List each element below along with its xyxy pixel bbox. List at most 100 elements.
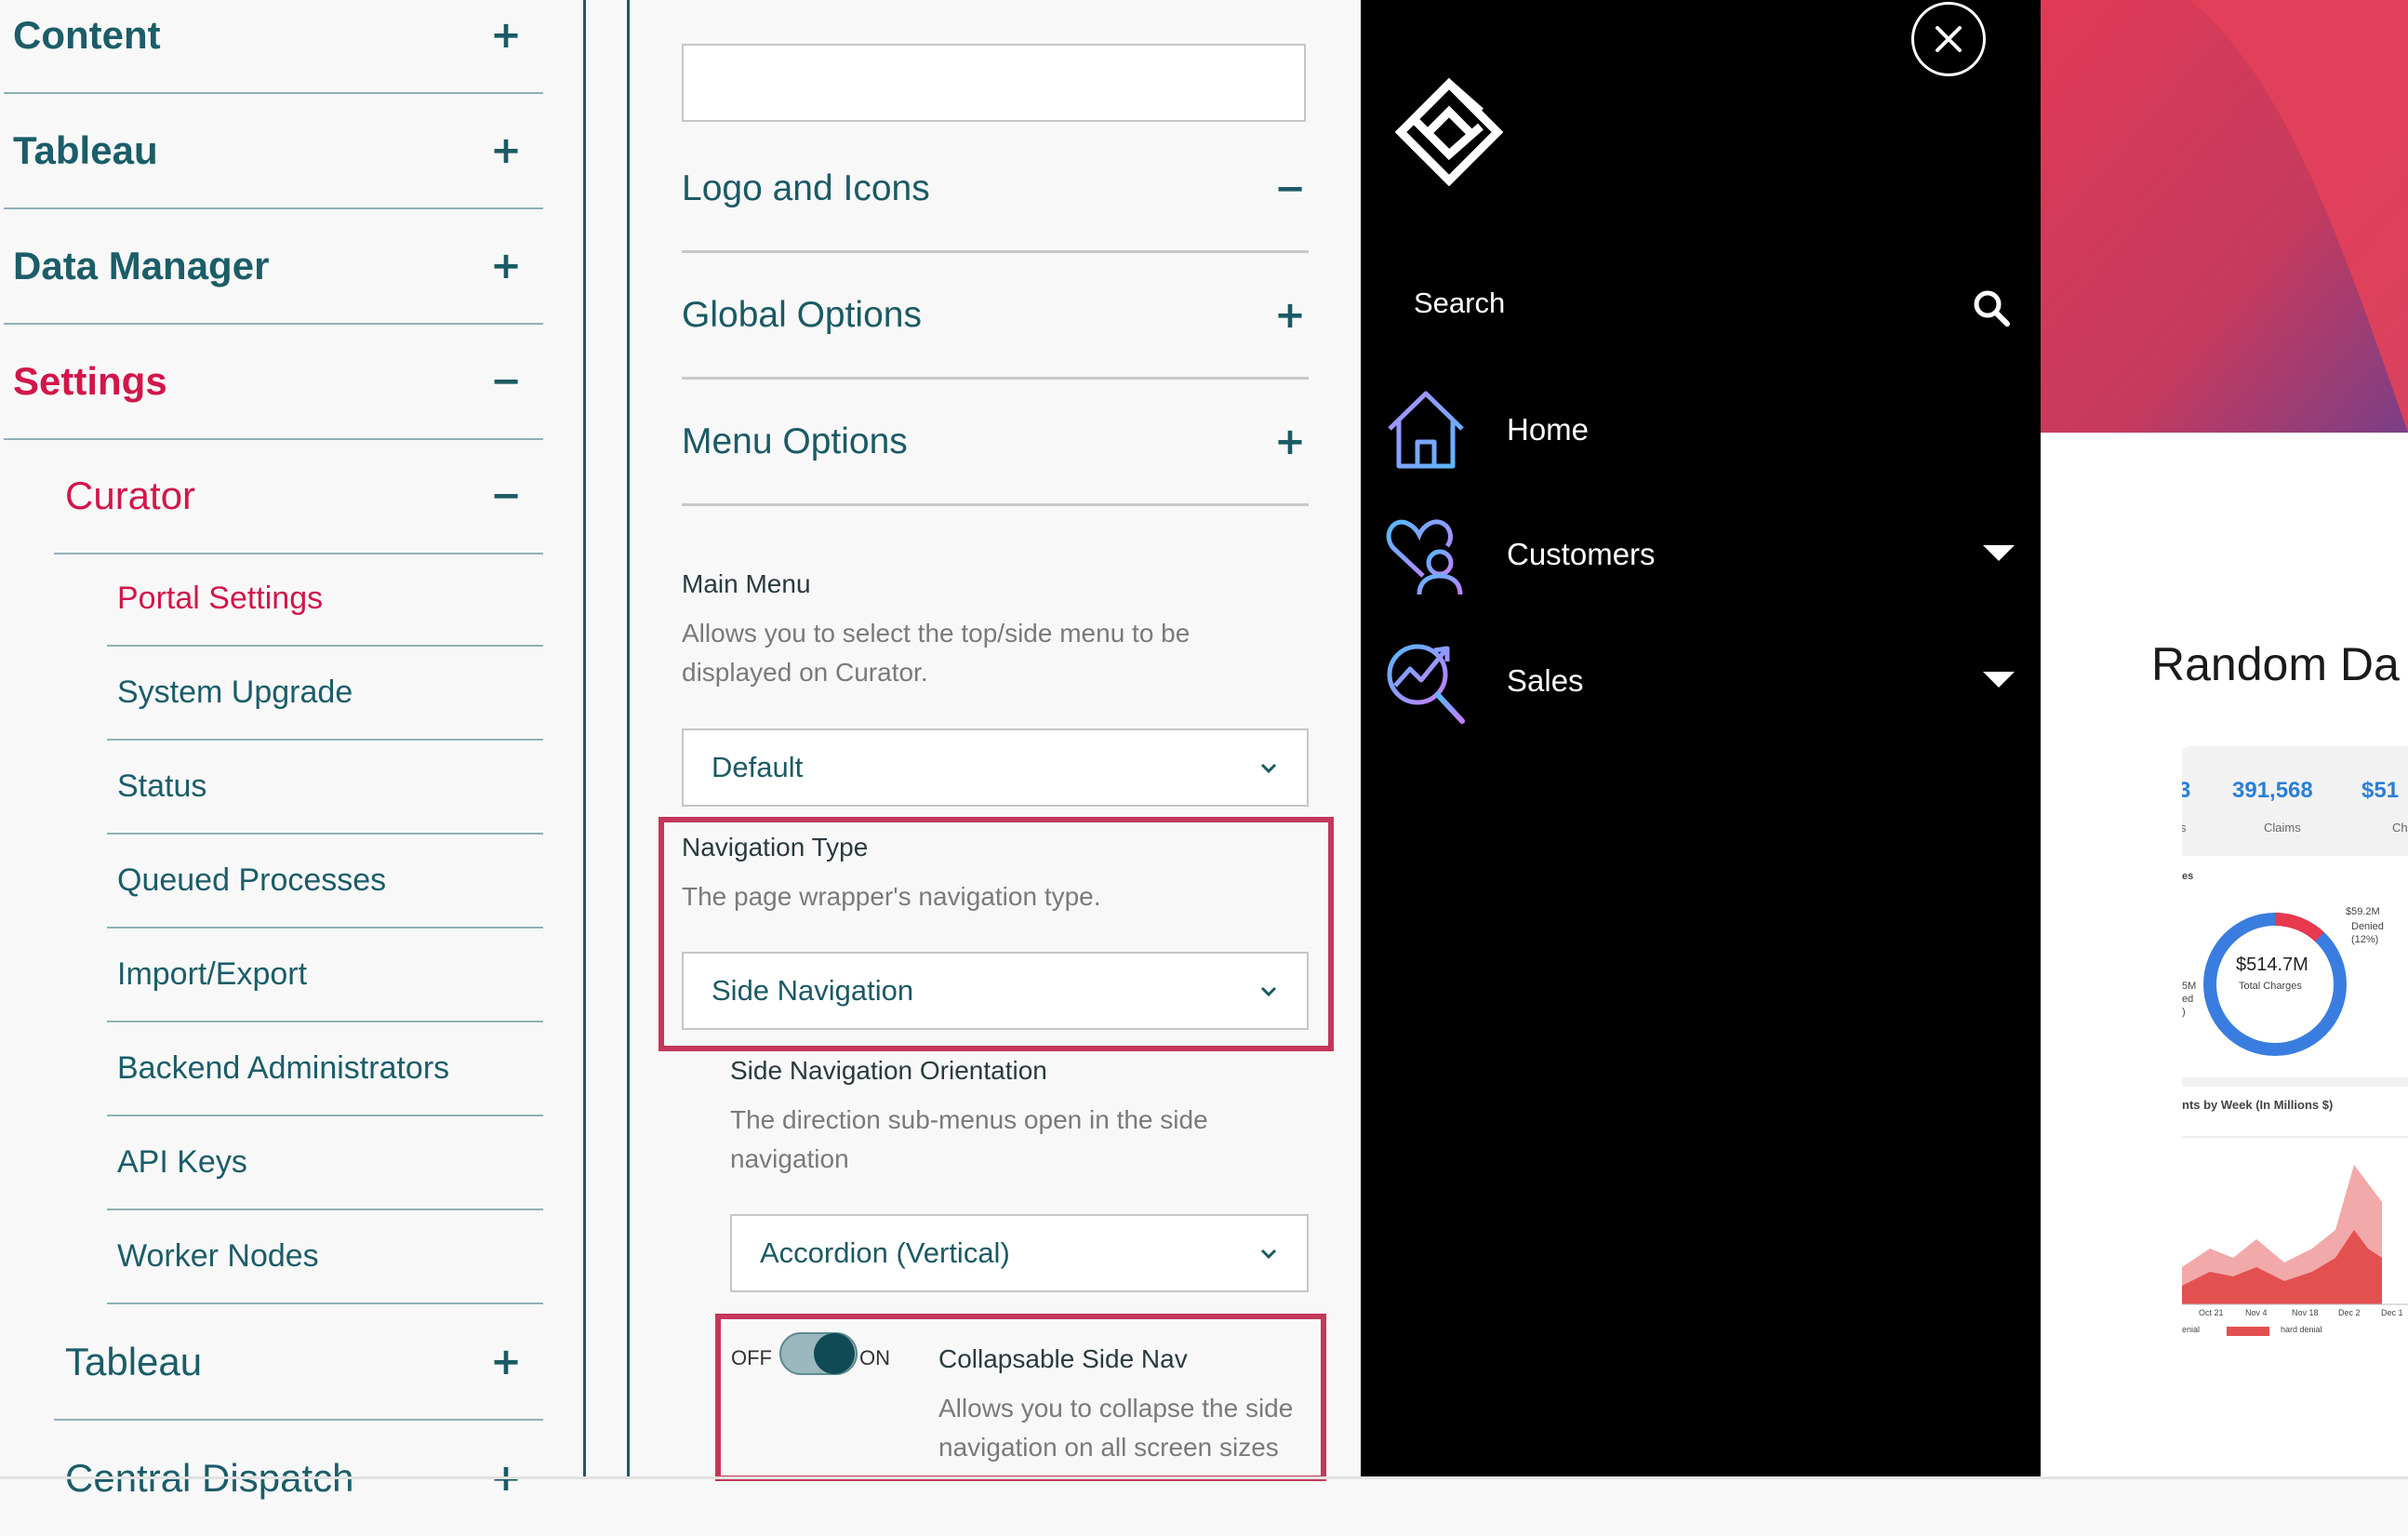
- sidebar-item-curator[interactable]: Curator −: [54, 439, 543, 554]
- section-label: Logo and Icons: [682, 167, 930, 208]
- toggle-off-label: OFF: [731, 1346, 772, 1369]
- legend-swatch: [2227, 1327, 2269, 1336]
- navigation-type-select[interactable]: Side Navigation: [682, 952, 1309, 1030]
- chevron-down-icon: [1260, 763, 1277, 774]
- expand-icon: +: [490, 129, 522, 172]
- kpi-value: 3: [2182, 778, 2191, 803]
- sidebar-item-label: Settings: [13, 359, 167, 403]
- expand-icon: +: [1274, 420, 1306, 463]
- toggle-on-label: ON: [859, 1346, 890, 1369]
- section-menu-options[interactable]: Menu Options +: [682, 380, 1309, 506]
- sidebar-item-label: Data Manager: [13, 244, 270, 287]
- toggle-knob[interactable]: [814, 1333, 855, 1374]
- side-nav-orientation-description: The direction sub-menus open in the side…: [730, 1105, 1208, 1173]
- nav-item-sales[interactable]: Sales: [1382, 634, 2015, 728]
- sidebar-item-label: Content: [13, 13, 161, 57]
- section-label: Menu Options: [682, 421, 908, 461]
- dashboard-thumbnail: 3 s 391,568 Claims $51 Ch es $514.7M Tot…: [2182, 746, 2408, 1342]
- main-menu-value: Default: [712, 751, 804, 783]
- side-nav-orientation-select[interactable]: Accordion (Vertical): [730, 1214, 1309, 1292]
- sidebar-item-label: Tableau: [13, 128, 158, 172]
- denied-pct: (12%): [2351, 934, 2379, 945]
- x-tick-label: Dec 1: [2381, 1308, 2403, 1317]
- close-button[interactable]: [1911, 2, 1986, 76]
- sidebar-item-tableau-settings[interactable]: Tableau +: [54, 1305, 543, 1421]
- kpi-label: s: [2182, 821, 2187, 835]
- close-icon: [1936, 26, 1962, 52]
- home-icon: [1388, 391, 1464, 469]
- donut-left-label: 5M: [2182, 981, 2197, 992]
- trend-title: nts by Week (In Millions $): [2182, 1098, 2334, 1112]
- x-tick-label: Oct 21: [2199, 1308, 2224, 1317]
- trend-area-chart: [2182, 1136, 2408, 1305]
- customers-icon: [1386, 519, 1463, 595]
- sidebar-item-api-keys[interactable]: API Keys: [107, 1116, 543, 1210]
- expand-icon: +: [490, 245, 522, 287]
- hero-banner: [2041, 0, 2408, 433]
- nav-item-label: Customers: [1507, 537, 1656, 571]
- admin-sidebar: Content + Tableau + Data Manager + Setti…: [0, 0, 584, 1500]
- legend-label: enial: [2182, 1325, 2201, 1334]
- donut-center-value: $514.7M: [2236, 955, 2308, 975]
- main-menu-description: Allows you to select the top/side menu t…: [682, 619, 1191, 687]
- sidebar-item-backend-administrators[interactable]: Backend Administrators: [107, 1022, 543, 1116]
- dashboard-preview: Random Da 3 s 391,568 Claims $51 Ch es $…: [2041, 0, 2408, 1479]
- sidebar-item-label: Import/Export: [117, 956, 308, 992]
- kpi-value: $51: [2361, 778, 2400, 803]
- nav-item-customers[interactable]: Customers: [1382, 508, 2015, 601]
- search-icon[interactable]: [1972, 288, 2011, 327]
- denied-value: $59.2M: [2346, 906, 2380, 917]
- collapsable-description: Allows you to collapse the side navigati…: [938, 1394, 1294, 1462]
- donut-left-label: ): [2182, 1007, 2186, 1018]
- chevron-down-icon[interactable]: [1983, 672, 2015, 688]
- sidebar-item-label: Tableau: [65, 1340, 203, 1383]
- expand-icon: +: [490, 14, 522, 57]
- expand-icon: +: [1274, 293, 1306, 337]
- section-logo-and-icons[interactable]: Logo and Icons −: [682, 127, 1309, 253]
- sidebar-item-settings[interactable]: Settings −: [4, 325, 543, 440]
- nav-search-label[interactable]: Search: [1414, 287, 1505, 320]
- sidebar-item-import-export[interactable]: Import/Export: [107, 928, 543, 1022]
- main-menu-select[interactable]: Default: [682, 728, 1309, 807]
- side-nav-orientation-label: Side Navigation Orientation: [730, 1056, 1047, 1085]
- sidebar-item-label: API Keys: [117, 1144, 247, 1180]
- sidebar-item-tableau[interactable]: Tableau +: [4, 94, 543, 209]
- text-field[interactable]: [682, 44, 1306, 122]
- sidebar-item-portal-settings[interactable]: Portal Settings: [107, 553, 543, 647]
- sidebar-item-system-upgrade[interactable]: System Upgrade: [107, 647, 543, 741]
- donut-center-label: Total Charges: [2239, 981, 2302, 992]
- chevron-down-icon: [1260, 1249, 1277, 1260]
- sidebar-item-label: System Upgrade: [117, 675, 353, 710]
- sidebar-item-label: Queued Processes: [117, 862, 387, 898]
- sidebar-item-data-manager[interactable]: Data Manager +: [4, 209, 543, 325]
- donut-section-title: es: [2182, 871, 2194, 882]
- sidebar-item-label: Worker Nodes: [117, 1238, 319, 1274]
- settings-panel-divider: [627, 0, 630, 1479]
- kpi-label: Claims: [2264, 821, 2301, 835]
- navigation-type-label: Navigation Type: [682, 833, 869, 861]
- sidebar-item-queued-processes[interactable]: Queued Processes: [107, 835, 543, 928]
- collapse-icon: −: [490, 474, 522, 517]
- chevron-down-icon: [1260, 986, 1277, 997]
- main-menu-label: Main Menu: [682, 569, 811, 598]
- legend-label: hard denial: [2281, 1325, 2322, 1334]
- section-global-options[interactable]: Global Options +: [682, 253, 1309, 380]
- navigation-type-description: The page wrapper's navigation type.: [682, 882, 1101, 911]
- sidebar-item-content[interactable]: Content +: [4, 0, 543, 94]
- chevron-down-icon[interactable]: [1983, 545, 2015, 561]
- sidebar-item-status[interactable]: Status: [107, 741, 543, 835]
- expand-icon: +: [490, 1341, 522, 1383]
- x-tick-label: Nov 4: [2245, 1308, 2268, 1317]
- nav-item-home[interactable]: Home: [1382, 383, 2015, 476]
- donut-left-label: ed: [2182, 994, 2194, 1005]
- nav-item-label: Home: [1507, 412, 1590, 447]
- nav-item-label: Sales: [1507, 663, 1584, 698]
- brand-logo-icon: [1394, 78, 1504, 186]
- collapse-icon: −: [490, 360, 522, 403]
- collapsable-label: Collapsable Side Nav: [938, 1344, 1188, 1373]
- sidebar-item-worker-nodes[interactable]: Worker Nodes: [107, 1210, 543, 1304]
- sidebar-item-label: Backend Administrators: [117, 1050, 450, 1086]
- side-nav-preview: [1361, 0, 2041, 1479]
- x-tick-label: Dec 2: [2338, 1308, 2361, 1317]
- sales-analytics-icon: [1387, 644, 1465, 724]
